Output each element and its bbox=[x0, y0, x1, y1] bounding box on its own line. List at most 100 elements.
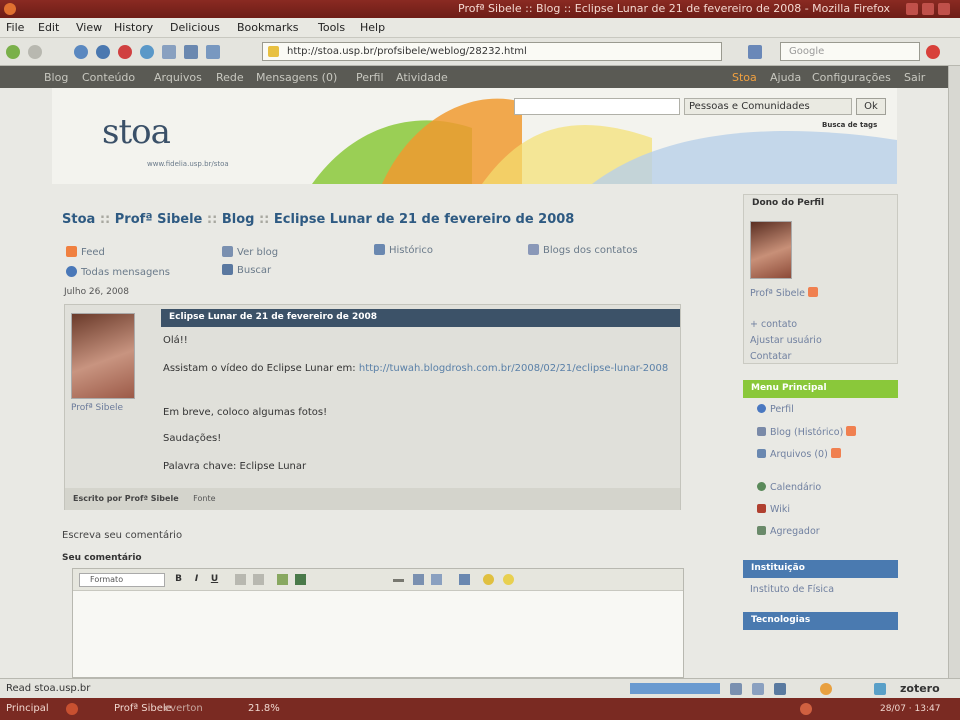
view-blog-link[interactable]: Ver blog bbox=[222, 246, 278, 258]
page-scrollbar[interactable] bbox=[948, 66, 960, 678]
delicious-icon[interactable] bbox=[206, 45, 220, 59]
tray-icon[interactable] bbox=[800, 703, 812, 715]
nav-settings[interactable]: Configurações bbox=[812, 71, 891, 84]
search-input[interactable]: Google bbox=[780, 42, 920, 61]
menu-tools[interactable]: Tools bbox=[318, 21, 345, 34]
smiley-icon[interactable] bbox=[503, 574, 514, 585]
search-scope-select[interactable]: Pessoas e Comunidades bbox=[684, 98, 852, 115]
menu-delicious[interactable]: Delicious bbox=[170, 21, 220, 34]
align-center-icon[interactable] bbox=[253, 574, 264, 585]
menu-profile[interactable]: Perfil bbox=[757, 404, 794, 415]
all-posts-link[interactable]: Todas mensagens bbox=[66, 266, 170, 278]
menu-view[interactable]: View bbox=[76, 21, 102, 34]
adblock-icon[interactable] bbox=[926, 45, 940, 59]
folder-icon bbox=[757, 449, 766, 458]
stop-icon[interactable] bbox=[118, 45, 132, 59]
minimize-button[interactable] bbox=[906, 3, 918, 15]
breadcrumb-section[interactable]: Blog bbox=[222, 212, 255, 227]
menu-file[interactable]: File bbox=[6, 21, 24, 34]
download-icon[interactable] bbox=[140, 45, 154, 59]
search-ok-button[interactable]: Ok bbox=[856, 98, 886, 115]
image-icon[interactable] bbox=[277, 574, 288, 585]
menu-calendar[interactable]: Calendário bbox=[757, 482, 821, 493]
breadcrumb-author[interactable]: Profª Sibele bbox=[115, 212, 203, 227]
tag-icon[interactable] bbox=[184, 45, 198, 59]
post-line: Assistam o vídeo do Eclipse Lunar em: ht… bbox=[163, 363, 668, 374]
menu-history[interactable]: History bbox=[114, 21, 153, 34]
nav-help[interactable]: Ajuda bbox=[770, 71, 801, 84]
addon-icon[interactable] bbox=[774, 683, 786, 695]
menu-files[interactable]: Arquivos (0) bbox=[757, 448, 841, 460]
nav-activity[interactable]: Atividade bbox=[396, 71, 448, 84]
sync-icon[interactable] bbox=[874, 683, 886, 695]
reload-icon[interactable] bbox=[74, 45, 88, 59]
stoa-logo[interactable]: stoa bbox=[102, 112, 171, 152]
menu-bookmarks[interactable]: Bookmarks bbox=[237, 21, 298, 34]
firefox-task-icon[interactable] bbox=[66, 703, 78, 715]
friends-icon bbox=[222, 264, 233, 275]
back-icon[interactable] bbox=[6, 45, 20, 59]
firebug-icon[interactable] bbox=[820, 683, 832, 695]
search-placeholder: Google bbox=[789, 46, 825, 57]
close-button[interactable] bbox=[938, 3, 950, 15]
link-icon[interactable] bbox=[431, 574, 442, 585]
start-menu[interactable]: Principal bbox=[6, 703, 49, 714]
taskbar: Principal Profª Sibele everton 21.8% 28/… bbox=[0, 698, 960, 720]
video-link[interactable]: http://tuwah.blogdrosh.com.br/2008/02/21… bbox=[359, 363, 668, 374]
maximize-button[interactable] bbox=[922, 3, 934, 15]
feed-link[interactable]: Feed bbox=[66, 246, 105, 258]
nav-messages[interactable]: Mensagens (0) bbox=[256, 71, 337, 84]
nav-files[interactable]: Arquivos bbox=[154, 71, 202, 84]
emoticon-icon[interactable] bbox=[483, 574, 494, 585]
nav-stoa[interactable]: Stoa bbox=[732, 71, 757, 84]
post-source-link[interactable]: Fonte bbox=[193, 494, 215, 503]
history-link[interactable]: Histórico bbox=[374, 244, 433, 256]
home-icon[interactable] bbox=[96, 45, 110, 59]
forward-icon[interactable] bbox=[28, 45, 42, 59]
friends-link[interactable]: Buscar bbox=[222, 264, 271, 276]
addon-icon[interactable] bbox=[752, 683, 764, 695]
owner-name-link[interactable]: Profª Sibele bbox=[750, 287, 818, 299]
menu-blog[interactable]: Blog (Histórico) bbox=[757, 426, 857, 438]
nav-blog[interactable]: Blog bbox=[44, 71, 68, 84]
contacts-blogs-link[interactable]: Blogs dos contatos bbox=[528, 244, 638, 256]
all-posts-label: Todas mensagens bbox=[81, 267, 171, 278]
home-insert-icon[interactable] bbox=[295, 574, 306, 585]
bold-icon[interactable]: B bbox=[173, 574, 184, 585]
bookmark-icon[interactable] bbox=[162, 45, 176, 59]
adjust-user-link[interactable]: Ajustar usuário bbox=[750, 335, 822, 346]
page-icon[interactable] bbox=[748, 45, 762, 59]
hr-icon[interactable] bbox=[393, 579, 404, 582]
menu-edit[interactable]: Edit bbox=[38, 21, 59, 34]
nav-logout[interactable]: Sair bbox=[904, 71, 925, 84]
tag-search-link[interactable]: Busca de tags bbox=[822, 121, 877, 129]
owner-photo[interactable] bbox=[750, 221, 792, 279]
contact-link[interactable]: Contatar bbox=[750, 351, 791, 362]
author-name[interactable]: Profª Sibele bbox=[71, 403, 123, 413]
banner-search-input[interactable] bbox=[514, 98, 680, 115]
url-bar[interactable]: http://stoa.usp.br/profsibele/weblog/282… bbox=[262, 42, 722, 61]
comment-editor[interactable]: Formato B I U bbox=[72, 568, 684, 678]
italic-icon[interactable]: I bbox=[191, 574, 202, 585]
task-user[interactable]: everton bbox=[164, 703, 203, 714]
institution-value[interactable]: Instituto de Física bbox=[750, 584, 834, 595]
nav-profile[interactable]: Perfil bbox=[356, 71, 384, 84]
post-author-credit: Escrito por Profª Sibele bbox=[73, 494, 179, 503]
menu-help[interactable]: Help bbox=[360, 21, 385, 34]
addon-icon[interactable] bbox=[730, 683, 742, 695]
add-contact-link[interactable]: + contato bbox=[750, 319, 797, 330]
main-menu-list: Perfil Blog (Histórico) Arquivos (0) Cal… bbox=[743, 398, 898, 548]
table-icon[interactable] bbox=[413, 574, 424, 585]
align-left-icon[interactable] bbox=[235, 574, 246, 585]
window-title: Profª Sibele :: Blog :: Eclipse Lunar de… bbox=[458, 2, 890, 15]
underline-icon[interactable]: U bbox=[209, 574, 220, 585]
search-replace-icon[interactable] bbox=[459, 574, 470, 585]
nav-content[interactable]: Conteúdo bbox=[82, 71, 135, 84]
menu-aggregator[interactable]: Agregador bbox=[757, 526, 820, 537]
author-photo[interactable] bbox=[71, 313, 135, 399]
menu-wiki[interactable]: Wiki bbox=[757, 504, 790, 515]
breadcrumb-site[interactable]: Stoa bbox=[62, 212, 95, 227]
format-select[interactable]: Formato bbox=[79, 573, 165, 587]
zotero-button[interactable]: zotero bbox=[900, 682, 940, 695]
nav-network[interactable]: Rede bbox=[216, 71, 244, 84]
